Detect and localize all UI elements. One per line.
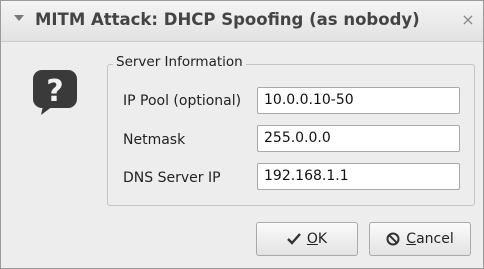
server-information-legend: Server Information <box>113 54 246 70</box>
ok-button[interactable]: OK <box>256 222 358 256</box>
svg-text:?: ? <box>46 74 63 109</box>
title-bar[interactable]: MITM Attack: DHCP Spoofing (as nobody) × <box>1 1 483 42</box>
cancel-circle-icon <box>386 232 400 246</box>
dns-server-ip-input[interactable]: 192.168.1.1 <box>257 163 460 190</box>
cancel-button[interactable]: Cancel <box>369 222 471 256</box>
dhcp-spoofing-dialog: MITM Attack: DHCP Spoofing (as nobody) ×… <box>0 0 484 269</box>
window-menu-arrow-icon[interactable] <box>14 15 24 21</box>
ip-pool-input[interactable]: 10.0.0.10-50 <box>257 87 460 114</box>
ip-pool-label: IP Pool (optional) <box>123 93 242 109</box>
close-icon[interactable]: × <box>459 11 477 29</box>
netmask-input[interactable]: 255.0.0.0 <box>257 125 460 152</box>
cancel-label: Cancel <box>406 231 454 247</box>
netmask-label: Netmask <box>123 132 186 148</box>
dns-server-ip-label: DNS Server IP <box>123 170 221 186</box>
ok-label: OK <box>306 231 328 247</box>
checkmark-icon <box>287 233 301 245</box>
question-help-icon: ? <box>31 68 79 116</box>
window-title: MITM Attack: DHCP Spoofing (as nobody) <box>35 10 420 29</box>
